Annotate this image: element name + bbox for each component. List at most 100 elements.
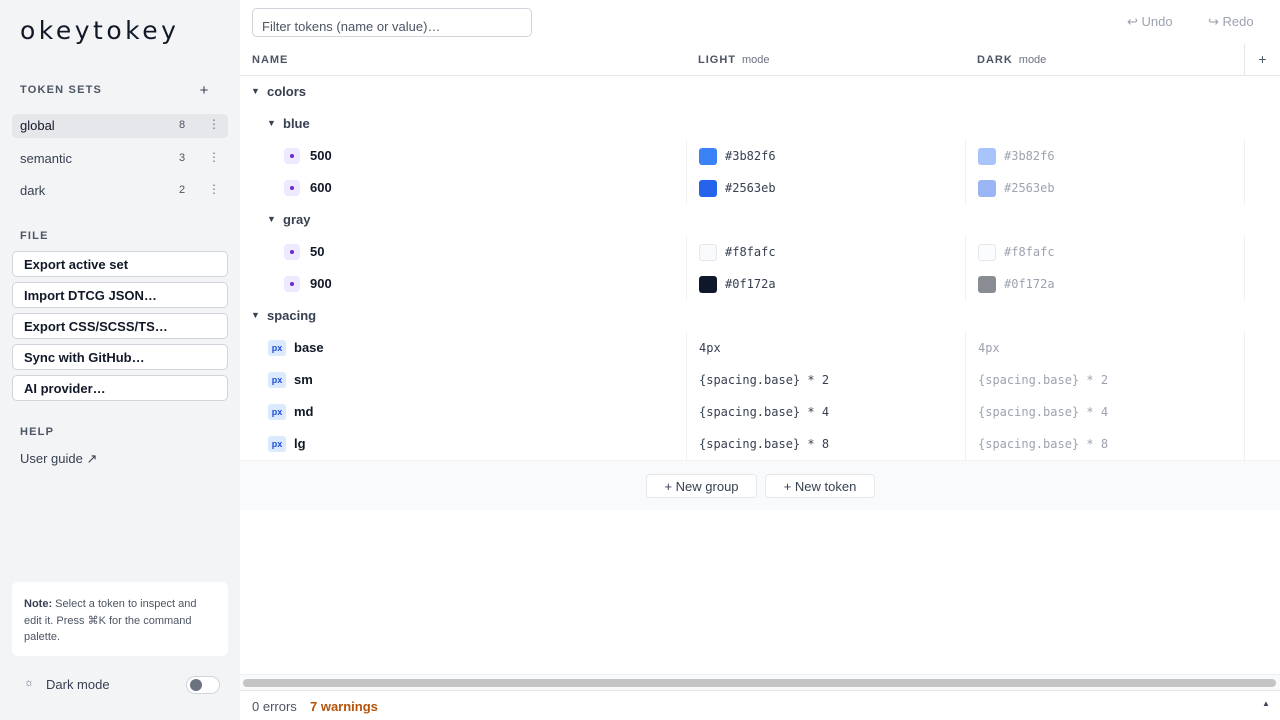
kebab-menu-icon[interactable]: ⋮ (208, 182, 220, 196)
color-hex: #3b82f6 (725, 149, 776, 163)
table-actions: + New group + New token (240, 460, 1280, 510)
table-header: NAME LIGHT mode DARK mode + (240, 44, 1280, 76)
dark-value-cell[interactable]: {spacing.base} * 4 (965, 396, 1244, 428)
caret-down-icon[interactable]: ▼ (267, 214, 276, 224)
light-value-cell[interactable]: {spacing.base} * 8 (686, 428, 965, 460)
table-row[interactable]: px md {spacing.base} * 4 {spacing.base} … (240, 396, 1280, 428)
filter-tokens-input[interactable] (252, 8, 532, 37)
caret-down-icon[interactable]: ▼ (267, 118, 276, 128)
light-value-cell[interactable]: #3b82f6 (686, 140, 965, 172)
color-token-icon (284, 244, 300, 260)
export-code-button[interactable]: Export CSS/SCSS/TS… (12, 313, 228, 339)
light-value-cell[interactable]: {spacing.base} * 4 (686, 396, 965, 428)
color-hex: #f8fafc (1004, 245, 1055, 259)
horizontal-scrollbar[interactable] (240, 674, 1280, 690)
dimension-token-icon: px (268, 436, 286, 452)
token-name: sm (294, 372, 313, 387)
dark-value-cell[interactable]: #2563eb (965, 172, 1244, 204)
table-row[interactable]: px base 4px 4px (240, 332, 1280, 364)
color-swatch[interactable] (699, 276, 717, 293)
color-swatch[interactable] (978, 148, 996, 165)
errors-count[interactable]: 0 errors (252, 699, 297, 714)
group-row-colors[interactable]: ▼ colors (240, 76, 1280, 108)
dark-value-cell[interactable]: #0f172a (965, 268, 1244, 300)
new-group-button[interactable]: + New group (646, 474, 757, 498)
table-row[interactable]: 600 #2563eb #2563eb (240, 172, 1280, 204)
undo-button[interactable]: ↩ Undo (1127, 14, 1173, 30)
group-row-gray[interactable]: ▼ gray (240, 204, 1280, 236)
group-row-spacing[interactable]: ▼ spacing (240, 300, 1280, 332)
token-name: 500 (310, 148, 332, 163)
dark-value-cell[interactable]: #3b82f6 (965, 140, 1244, 172)
token-name: 900 (310, 276, 332, 291)
color-swatch[interactable] (699, 244, 717, 261)
token-value: 4px (699, 341, 721, 355)
ai-provider-button[interactable]: AI provider… (12, 375, 228, 401)
column-name-header: NAME (252, 54, 289, 66)
note-panel: Note: Select a token to inspect and edit… (12, 582, 228, 656)
dark-mode-toggle[interactable] (186, 676, 220, 694)
light-value-cell[interactable]: 4px (686, 332, 965, 364)
caret-down-icon[interactable]: ▼ (251, 310, 260, 320)
sync-github-button[interactable]: Sync with GitHub… (12, 344, 228, 370)
token-set-count: 8 (179, 119, 186, 131)
dimension-token-icon: px (268, 340, 286, 356)
redo-button[interactable]: ↪ Redo (1208, 14, 1254, 30)
row-end-cell (1244, 396, 1280, 428)
table-row[interactable]: px sm {spacing.base} * 2 {spacing.base} … (240, 364, 1280, 396)
table-row[interactable]: px lg {spacing.base} * 8 {spacing.base} … (240, 428, 1280, 460)
token-value: 4px (978, 341, 1000, 355)
color-swatch[interactable] (978, 276, 996, 293)
color-swatch[interactable] (978, 244, 996, 261)
kebab-menu-icon[interactable]: ⋮ (208, 150, 220, 164)
group-row-blue[interactable]: ▼ blue (240, 108, 1280, 140)
kebab-menu-icon[interactable]: ⋮ (208, 117, 220, 131)
token-value: {spacing.base} * 8 (978, 437, 1109, 451)
caret-up-icon[interactable]: ▲ (1262, 699, 1270, 708)
group-name: colors (267, 84, 307, 99)
row-end-cell (1244, 268, 1280, 300)
toggle-knob (190, 679, 202, 691)
dark-value-cell[interactable]: {spacing.base} * 8 (965, 428, 1244, 460)
group-name: spacing (267, 308, 317, 323)
app-logo: okeytokey (20, 16, 180, 45)
dark-mode-label: Dark mode (46, 677, 110, 692)
token-value: {spacing.base} * 8 (699, 437, 830, 451)
token-set-global[interactable]: global 8 ⋮ (12, 114, 228, 138)
caret-down-icon[interactable]: ▼ (251, 86, 260, 96)
light-value-cell[interactable]: {spacing.base} * 2 (686, 364, 965, 396)
color-swatch[interactable] (699, 148, 717, 165)
color-swatch[interactable] (699, 180, 717, 197)
dark-value-cell[interactable]: 4px (965, 332, 1244, 364)
light-value-cell[interactable]: #0f172a (686, 268, 965, 300)
token-set-semantic[interactable]: semantic 3 ⋮ (12, 147, 228, 171)
row-end-cell (1244, 236, 1280, 268)
dark-value-cell[interactable]: #f8fafc (965, 236, 1244, 268)
add-mode-button[interactable]: + (1244, 44, 1280, 75)
table-row[interactable]: 50 #f8fafc #f8fafc (240, 236, 1280, 268)
light-value-cell[interactable]: #f8fafc (686, 236, 965, 268)
user-guide-link[interactable]: User guide ↗ (20, 451, 97, 467)
table-row[interactable]: 500 #3b82f6 #3b82f6 (240, 140, 1280, 172)
export-active-set-button[interactable]: Export active set (12, 251, 228, 277)
column-light-header[interactable]: LIGHT mode (698, 54, 770, 66)
light-value-cell[interactable]: #2563eb (686, 172, 965, 204)
token-name: base (294, 340, 324, 355)
token-set-dark[interactable]: dark 2 ⋮ (12, 179, 228, 203)
new-token-button[interactable]: + New token (765, 474, 875, 498)
add-token-set-button[interactable]: + (196, 82, 212, 100)
color-swatch[interactable] (978, 180, 996, 197)
column-dark-header[interactable]: DARK mode (977, 54, 1046, 66)
color-hex: #2563eb (1004, 181, 1055, 195)
import-dtcg-button[interactable]: Import DTCG JSON… (12, 282, 228, 308)
dark-value-cell[interactable]: {spacing.base} * 2 (965, 364, 1244, 396)
color-token-icon (284, 276, 300, 292)
token-name: md (294, 404, 314, 419)
color-hex: #0f172a (725, 277, 776, 291)
note-title: Note: (24, 598, 53, 610)
file-section-label: FILE (20, 230, 49, 242)
table-row[interactable]: 900 #0f172a #0f172a (240, 268, 1280, 300)
dark-mode-row: ☼ Dark mode (20, 676, 220, 694)
warnings-count[interactable]: 7 warnings (310, 699, 378, 714)
scrollbar-thumb[interactable] (243, 679, 1276, 687)
